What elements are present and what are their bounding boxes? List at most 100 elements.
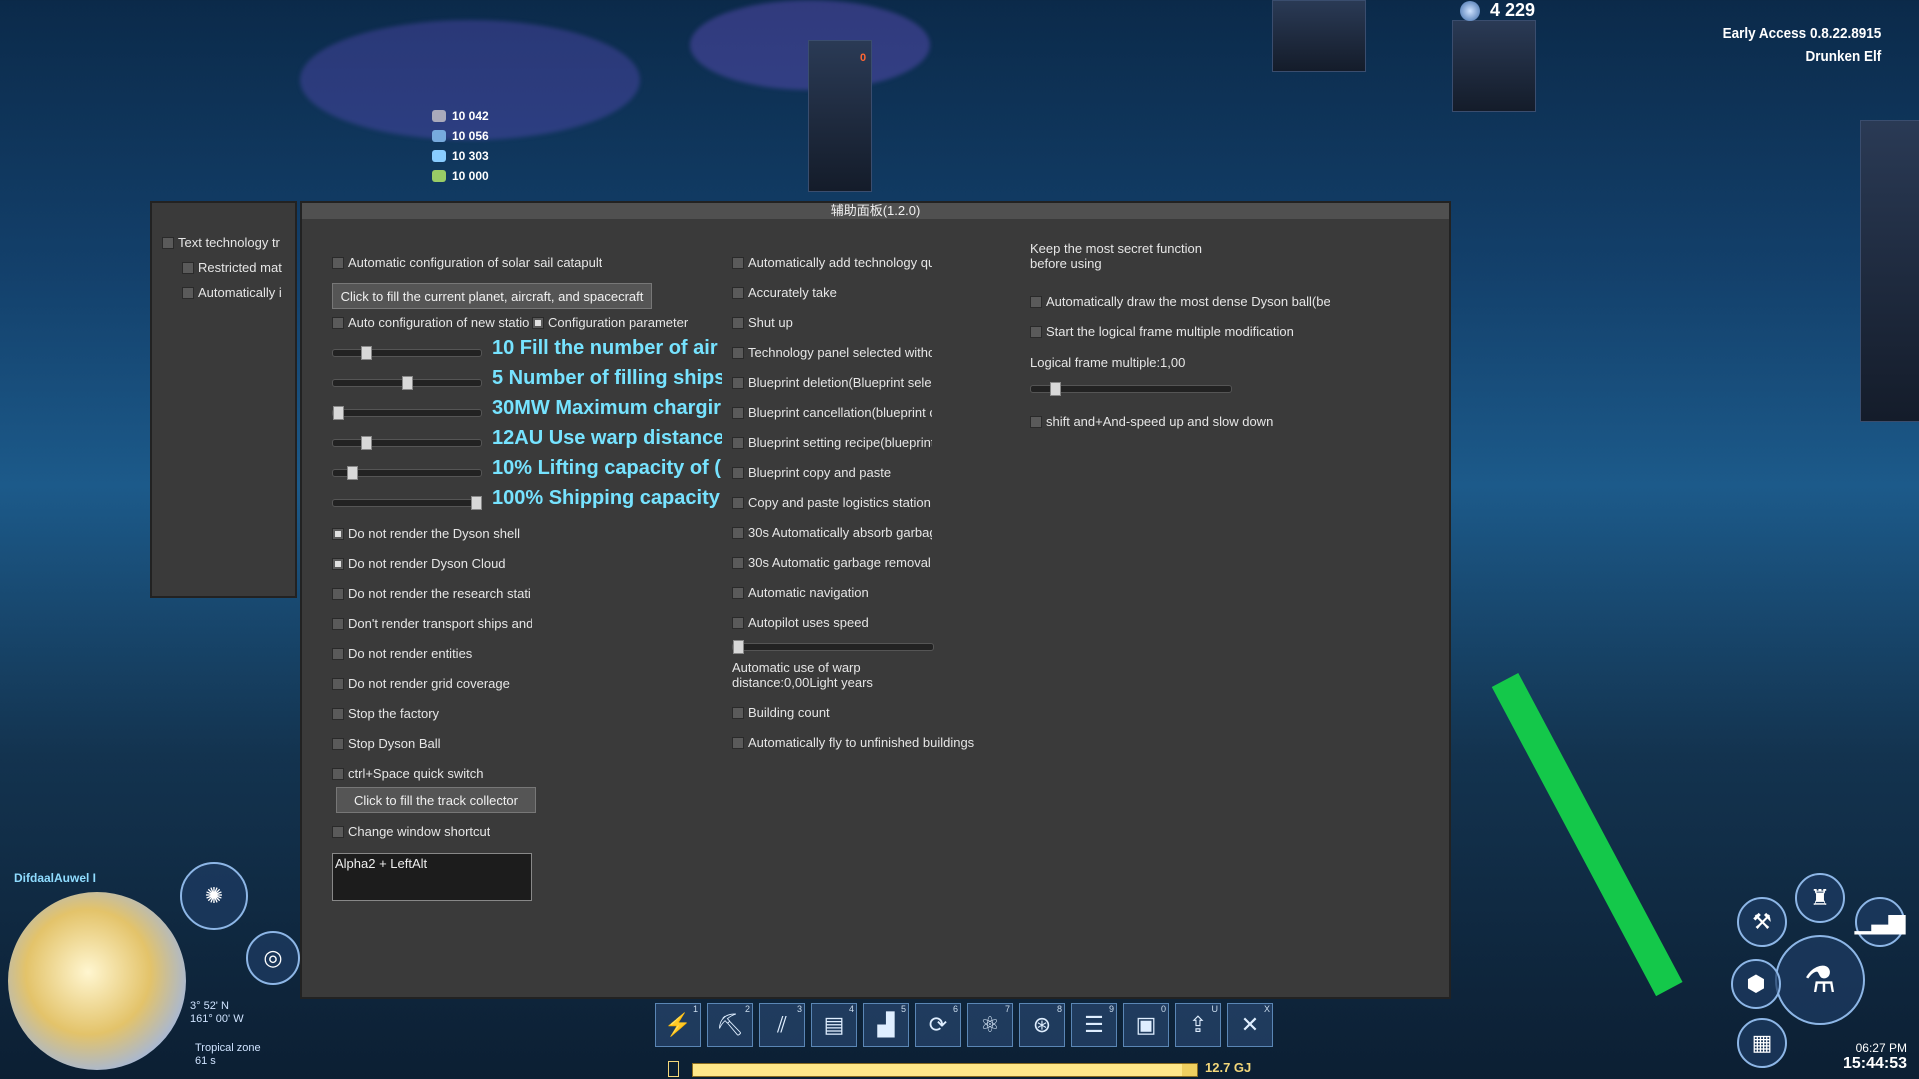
slider-knob[interactable] <box>1050 382 1061 396</box>
param-slider[interactable] <box>332 436 482 450</box>
render-option-checkbox[interactable]: Do not render entities <box>332 646 532 661</box>
building-count-checkbox[interactable]: Building count <box>732 705 830 720</box>
checkbox[interactable] <box>332 527 344 540</box>
checkbox[interactable] <box>332 767 344 780</box>
render-option-checkbox[interactable]: ctrl+Space quick switch <box>332 766 532 781</box>
feature-checkbox[interactable]: Accurately take <box>732 285 932 300</box>
slider-knob[interactable] <box>333 406 344 420</box>
autopilot-speed-slider[interactable] <box>732 640 934 654</box>
shortcut-input[interactable]: Alpha2 + LeftAlt <box>332 853 532 901</box>
toolbar-slot-0[interactable]: ▣ 0 <box>1123 1003 1169 1047</box>
checkbox[interactable] <box>732 286 744 299</box>
render-option-checkbox[interactable]: Do not render the research stati <box>332 586 532 601</box>
fly-unfinished-checkbox[interactable]: Automatically fly to unfinished building… <box>732 735 974 750</box>
checkbox[interactable] <box>332 316 344 329</box>
feature-checkbox[interactable]: Blueprint cancellation(blueprint c <box>732 405 932 420</box>
toolbar-slot-2[interactable]: ⛏ 2 <box>707 1003 753 1047</box>
side-item-automatically[interactable]: Automatically i <box>182 285 283 300</box>
checkbox[interactable] <box>732 316 744 329</box>
feature-checkbox[interactable]: 30s Automatic garbage removal <box>732 555 932 570</box>
checkbox[interactable] <box>732 556 744 569</box>
logic-frame-checkbox[interactable]: Start the logical frame multiple modific… <box>1030 324 1294 339</box>
param-slider[interactable] <box>332 376 482 390</box>
feature-checkbox[interactable]: Technology panel selected witho <box>732 345 932 360</box>
build-menu-button[interactable]: ⚒ <box>1737 897 1787 947</box>
checkbox[interactable] <box>732 406 744 419</box>
config-param-checkbox[interactable]: Configuration parameter <box>532 315 688 330</box>
checkbox[interactable] <box>332 647 344 660</box>
checkbox[interactable] <box>732 586 744 599</box>
feature-checkbox[interactable]: Copy and paste logistics station <box>732 495 932 510</box>
feature-checkbox[interactable]: Automatically add technology qu <box>732 255 932 270</box>
checkbox[interactable] <box>532 316 544 329</box>
checkbox[interactable] <box>732 706 744 719</box>
side-item-text-technology[interactable]: Text technology tr <box>162 235 295 250</box>
toolbar-slot-X[interactable]: ✕ X <box>1227 1003 1273 1047</box>
param-slider[interactable] <box>332 346 482 360</box>
checkbox[interactable] <box>1030 325 1042 338</box>
checkbox[interactable] <box>332 256 344 269</box>
checkbox[interactable] <box>332 587 344 600</box>
inventory-button[interactable]: ⬢ <box>1731 959 1781 1009</box>
checkbox[interactable] <box>332 737 344 750</box>
checkbox[interactable] <box>332 617 344 630</box>
mecha-button[interactable]: ♜ <box>1795 873 1845 923</box>
slider-knob[interactable] <box>360 436 372 450</box>
fill-planet-button[interactable]: Click to fill the current planet, aircra… <box>332 283 652 309</box>
star-map-button[interactable]: ✺ <box>180 862 248 930</box>
feature-checkbox[interactable]: Autopilot uses speed <box>732 615 932 630</box>
toolbar-slot-9[interactable]: ☰ 9 <box>1071 1003 1117 1047</box>
render-option-checkbox[interactable]: Do not render the Dyson shell <box>332 526 532 541</box>
slider-knob[interactable] <box>471 496 482 510</box>
feature-checkbox[interactable]: Automatic navigation <box>732 585 932 600</box>
checkbox[interactable] <box>182 261 194 274</box>
render-option-checkbox[interactable]: Do not render grid coverage <box>332 676 532 691</box>
toolbar-slot-1[interactable]: ⚡ 1 <box>655 1003 701 1047</box>
checkbox[interactable] <box>1030 415 1042 428</box>
panel-title[interactable]: 辅助面板(1.2.0) <box>302 203 1449 219</box>
checkbox[interactable] <box>332 557 344 570</box>
param-slider[interactable] <box>332 406 482 420</box>
slider-knob[interactable] <box>360 346 372 360</box>
param-slider[interactable] <box>332 466 482 480</box>
render-option-checkbox[interactable]: Don't render transport ships and <box>332 616 532 631</box>
checkbox[interactable] <box>162 236 174 249</box>
feature-checkbox[interactable]: Blueprint setting recipe(blueprint <box>732 435 932 450</box>
toolbar-slot-U[interactable]: ⇪ U <box>1175 1003 1221 1047</box>
slider-knob[interactable] <box>402 376 413 390</box>
slider-knob[interactable] <box>346 466 358 480</box>
dense-dyson-ball-checkbox[interactable]: Automatically draw the most dense Dyson … <box>1030 294 1330 309</box>
toolbar-slot-8[interactable]: ⊛ 8 <box>1019 1003 1065 1047</box>
change-shortcut-checkbox[interactable]: Change window shortcut <box>332 824 490 839</box>
side-item-restricted-mat[interactable]: Restricted mat <box>182 260 295 275</box>
checkbox[interactable] <box>732 616 744 629</box>
feature-checkbox[interactable]: Blueprint deletion(Blueprint sele <box>732 375 932 390</box>
feature-checkbox[interactable]: Blueprint copy and paste <box>732 465 932 480</box>
fill-track-collector-button[interactable]: Click to fill the track collector <box>336 787 536 813</box>
checkbox[interactable] <box>732 496 744 509</box>
checkbox[interactable] <box>732 736 744 749</box>
toolbar-slot-7[interactable]: ⚛ 7 <box>967 1003 1013 1047</box>
checkbox[interactable] <box>732 466 744 479</box>
solar-sail-checkbox[interactable]: Automatic configuration of solar sail ca… <box>332 255 602 270</box>
checkbox[interactable] <box>332 707 344 720</box>
slider-knob[interactable] <box>733 640 744 654</box>
checkbox[interactable] <box>332 677 344 690</box>
checkbox[interactable] <box>732 436 744 449</box>
grid-button[interactable]: ▦ <box>1737 1018 1787 1068</box>
checkbox[interactable] <box>732 346 744 359</box>
shift-speed-checkbox[interactable]: shift and+And-speed up and slow down <box>1030 414 1273 429</box>
feature-checkbox[interactable]: Shut up <box>732 315 932 330</box>
toolbar-slot-3[interactable]: ⫽ 3 <box>759 1003 805 1047</box>
logic-frame-slider[interactable] <box>1030 382 1232 396</box>
render-option-checkbox[interactable]: Stop Dyson Ball <box>332 736 532 751</box>
checkbox[interactable] <box>732 526 744 539</box>
target-button[interactable]: ◎ <box>246 931 300 985</box>
render-option-checkbox[interactable]: Do not render Dyson Cloud <box>332 556 532 571</box>
checkbox[interactable] <box>332 825 344 838</box>
checkbox[interactable] <box>182 286 194 299</box>
param-slider[interactable] <box>332 496 482 510</box>
toolbar-slot-5[interactable]: ▟ 5 <box>863 1003 909 1047</box>
planet-minimap[interactable] <box>8 892 186 1070</box>
render-option-checkbox[interactable]: Stop the factory <box>332 706 532 721</box>
